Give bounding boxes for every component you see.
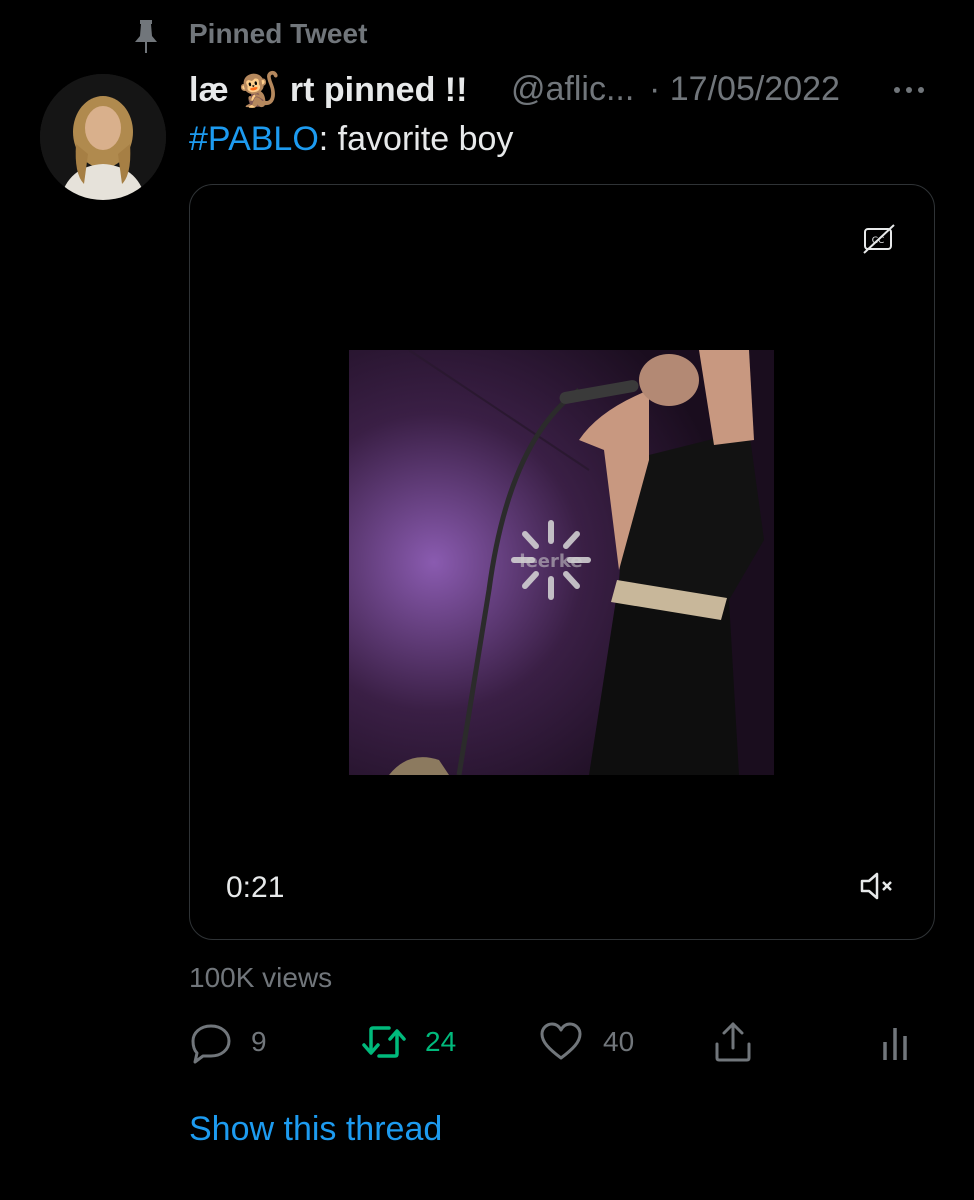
hashtag-link[interactable]: #PABLO bbox=[189, 120, 319, 158]
pinned-label: Pinned Tweet bbox=[189, 18, 368, 49]
loading-spinner-icon: leerke bbox=[511, 520, 591, 600]
video-duration: 0:21 bbox=[226, 871, 285, 904]
share-icon bbox=[715, 1022, 751, 1062]
muted-speaker-icon[interactable] bbox=[858, 869, 898, 903]
avatar[interactable] bbox=[40, 74, 166, 200]
share-button[interactable] bbox=[711, 1016, 761, 1066]
reply-icon bbox=[191, 1024, 231, 1064]
tweet-body: : favorite boy bbox=[318, 120, 514, 158]
more-options-icon[interactable] bbox=[889, 78, 929, 102]
retweet-count: 24 bbox=[425, 1026, 457, 1057]
author-name[interactable]: læ 🐒 rt pinned !! bbox=[189, 70, 467, 110]
pin-icon bbox=[135, 20, 157, 53]
reply-button[interactable]: 9 bbox=[189, 1016, 309, 1066]
tweet-text: #PABLO: favorite boy bbox=[189, 120, 513, 159]
show-thread-link[interactable]: Show this thread bbox=[189, 1110, 442, 1149]
analytics-icon bbox=[883, 1028, 907, 1060]
author-handle[interactable]: @aflic... bbox=[511, 70, 634, 109]
like-count: 40 bbox=[603, 1026, 635, 1057]
tweet-header: læ 🐒 rt pinned !! @aflic... · 17/05/2022 bbox=[189, 64, 949, 116]
reply-count: 9 bbox=[251, 1026, 267, 1057]
heart-icon bbox=[540, 1022, 582, 1060]
closed-captions-icon[interactable]: CC bbox=[862, 223, 896, 255]
tweet-date[interactable]: · 17/05/2022 bbox=[649, 70, 840, 109]
analytics-button[interactable] bbox=[879, 1016, 919, 1066]
retweet-icon bbox=[362, 1026, 406, 1058]
video-player[interactable]: CC bbox=[189, 184, 935, 940]
like-button[interactable]: 40 bbox=[539, 1016, 659, 1066]
watermark: leerke bbox=[519, 551, 582, 572]
action-bar: 9 24 40 bbox=[189, 1016, 919, 1066]
view-count: 100K views bbox=[189, 962, 333, 993]
retweet-button[interactable]: 24 bbox=[361, 1016, 481, 1066]
pinned-indicator: Pinned Tweet bbox=[0, 14, 974, 58]
